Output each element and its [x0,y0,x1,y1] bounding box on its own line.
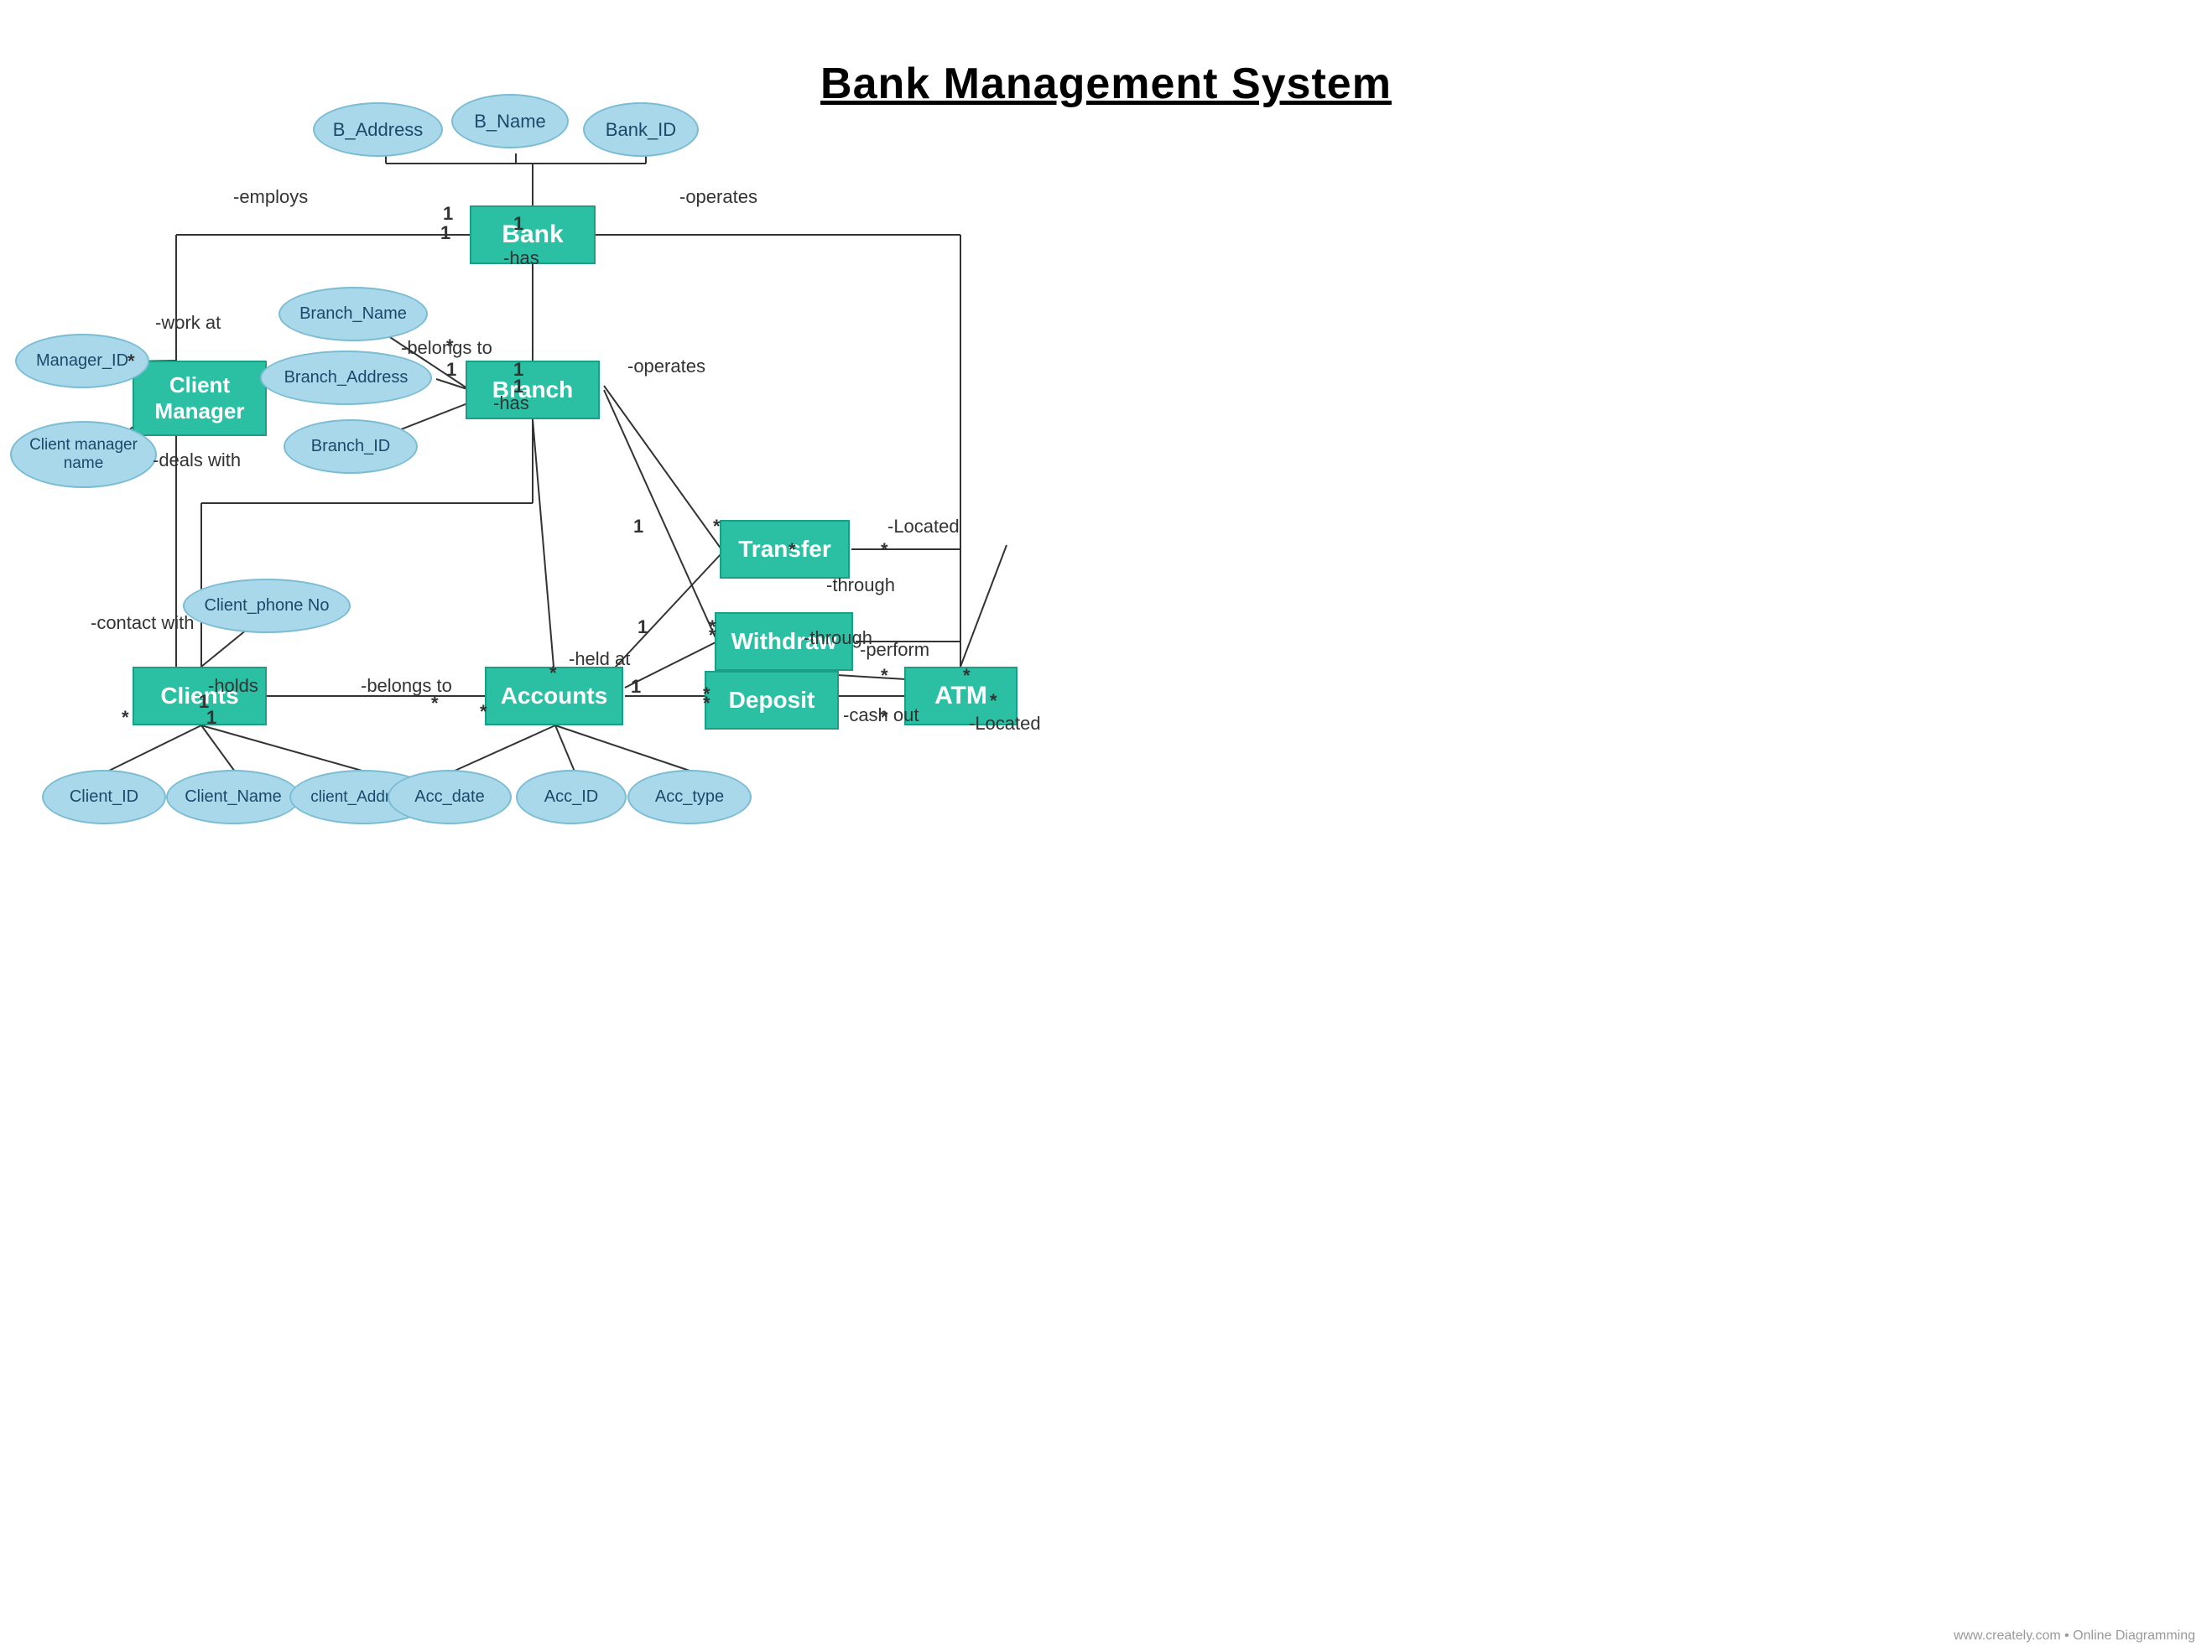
mult-star-atm-transfer: * [881,539,888,561]
mult-star-acc-held: * [549,662,557,684]
rel-contact-with: -contact with [91,612,195,634]
rel-has1: -has [503,247,539,269]
mult-star-transfer2: * [789,539,796,561]
attr-client-name: Client_Name [166,770,300,824]
attr-b-address: B_Address [313,102,443,157]
attr-client-id: Client_ID [42,770,166,824]
mult-star-withdraw2: * [709,625,716,647]
mult-1-deposit: 1 [631,676,641,698]
rel-located1: -Located [887,516,960,538]
mult-1-withdraw: 1 [638,616,648,638]
mult-1-transfer-acc: 1 [633,516,643,538]
mult-star-atm-deposit: * [881,707,888,729]
mult-star-deposit2: * [703,693,710,714]
attr-acc-date: Acc_date [388,770,512,824]
entity-client-manager: ClientManager [133,361,267,436]
mult-star-cm: * [128,351,135,372]
attr-branch-id: Branch_ID [284,419,418,474]
mult-star-branch-branch: * [446,335,454,357]
entity-branch: Branch [466,361,600,419]
attr-client-manager-name: Client managername [10,421,157,488]
mult-star-atm-withdraw: * [881,665,888,687]
mult-star-belongs2: * [431,693,439,714]
rel-operates2: -operates [627,356,705,377]
entity-deposit: Deposit [705,671,839,730]
mult-1-bank-atm: 1 [513,213,523,235]
mult-star-accounts: * [480,701,487,723]
mult-star-clients2: * [122,707,129,729]
mult-1-branch: 1 [446,359,456,381]
attr-client-phone: Client_phone No [183,579,351,633]
rel-has2: -has [493,392,529,414]
rel-located2: -Located [969,713,1041,735]
attr-b-name: B_Name [451,94,569,148]
mult-1-employs: 1 [440,222,450,244]
attr-bank-id: Bank_ID [583,102,699,157]
rel-employs: -employs [233,186,308,208]
entity-transfer: Transfer [720,520,850,579]
attr-acc-id: Acc_ID [516,770,627,824]
rel-operates1: -operates [679,186,757,208]
mult-star-atm2: * [990,690,997,712]
mult-1-clients-holds2: 1 [206,707,216,729]
watermark: www.creately.com • Online Diagramming [1954,1629,2195,1644]
mult-star-transfer: * [713,516,721,538]
rel-holds: -holds [208,675,258,697]
attr-acc-type: Acc_type [627,770,752,824]
rel-work-at: -work at [155,312,221,334]
rel-held-at: -held at [569,648,630,670]
mult-star-atm1: * [963,665,971,687]
rel-through1: -through [826,574,895,596]
rel-deals-with: -deals with [153,449,241,471]
page-title: Bank Management System [0,25,2212,109]
rel-perform: -perform [860,639,929,661]
attr-branch-name: Branch_Name [278,287,428,341]
mult-1-branch3: 1 [513,376,523,397]
